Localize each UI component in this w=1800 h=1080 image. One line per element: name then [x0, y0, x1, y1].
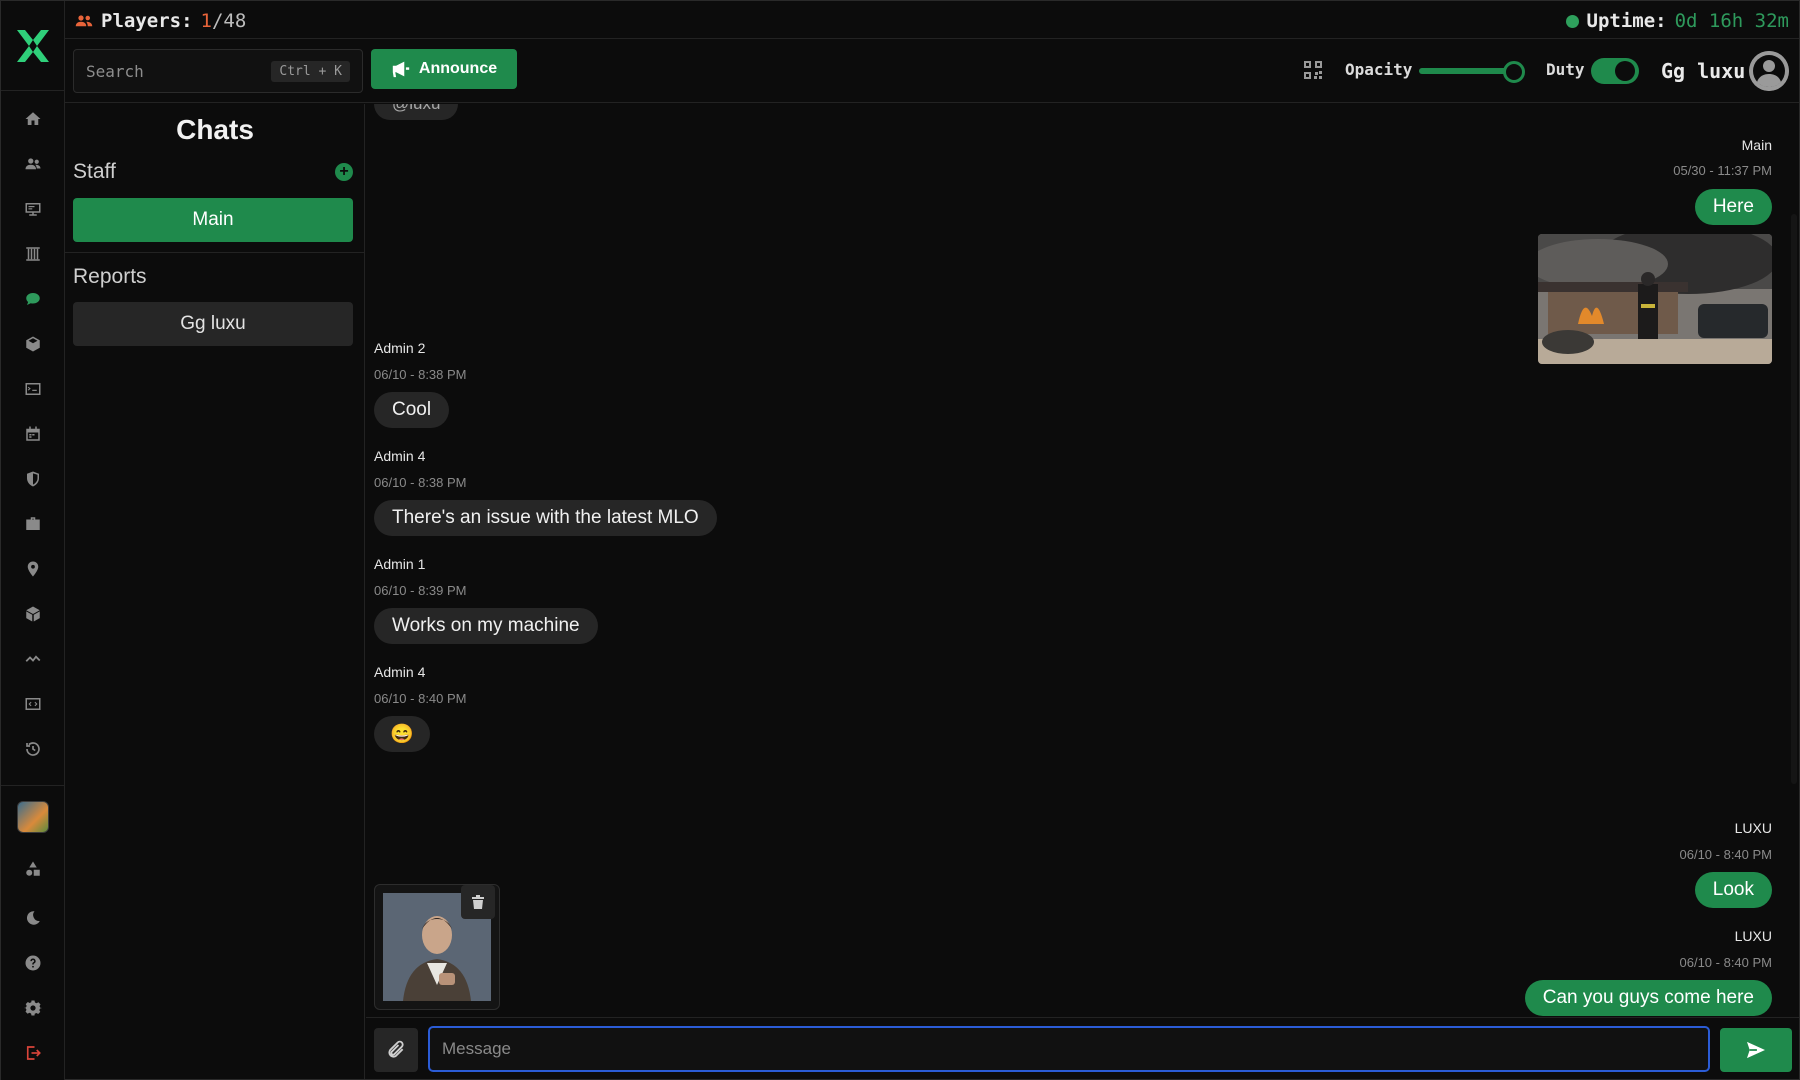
logo-icon: [17, 29, 49, 62]
jail-icon[interactable]: [21, 242, 45, 266]
message-composer: [366, 1017, 1799, 1080]
status-bar: Players: 1/48 Uptime: 0d 16h 32m: [65, 1, 1799, 39]
players-icon[interactable]: [21, 152, 45, 176]
message-author: Admin 1: [374, 556, 426, 572]
message-list: @luxu Main 05/30 - 11:37 PM Here: [366, 104, 1786, 1017]
message-image-fire[interactable]: [1538, 234, 1772, 364]
message-scrollbar[interactable]: [1789, 104, 1799, 1017]
qr-code-icon[interactable]: [1303, 60, 1323, 80]
players-max: /48: [211, 10, 247, 32]
players-icon: [75, 15, 93, 27]
toggle-knob: [1615, 61, 1635, 81]
user-avatar[interactable]: [1749, 51, 1789, 91]
burning-house-image: [1538, 234, 1772, 364]
megaphone-icon: [392, 61, 410, 78]
message-bubble: Works on my machine: [374, 608, 598, 644]
message-time: 06/10 - 8:40 PM: [1679, 847, 1773, 862]
staff-section-title: Staff: [73, 160, 116, 183]
message-author: Admin 4: [374, 664, 426, 680]
username: Gg luxu: [1661, 59, 1746, 83]
search-shortcut-badge: Ctrl + K: [271, 60, 350, 82]
toolbar: Search Ctrl + K Announce Opacity Duty Gg…: [65, 39, 1799, 103]
section-divider: [65, 252, 365, 253]
opacity-slider[interactable]: [1419, 61, 1526, 83]
message-bubble-emoji: 😄: [374, 716, 430, 752]
monitor-icon[interactable]: [21, 197, 45, 221]
message-bubble-partial: @luxu: [374, 104, 459, 120]
chats-title: Chats: [176, 114, 254, 145]
message-input[interactable]: [428, 1026, 1710, 1072]
attach-button[interactable]: [374, 1028, 418, 1072]
history-icon[interactable]: [21, 737, 45, 761]
message-time: 06/10 - 8:38 PM: [374, 475, 467, 490]
briefcase-icon[interactable]: [21, 512, 45, 536]
box-icon[interactable]: [21, 602, 45, 626]
send-button[interactable]: [1720, 1028, 1792, 1072]
icon-sidebar: [1, 1, 65, 1080]
players-label: Players:: [101, 10, 193, 32]
server-avatar[interactable]: [17, 801, 49, 833]
uptime-label: Uptime:: [1586, 10, 1667, 32]
message-bubble: Cool: [374, 392, 450, 428]
message-author: LUXU: [1734, 820, 1772, 836]
rail-divider: [1, 785, 65, 786]
chat-icon[interactable]: [21, 287, 45, 311]
message-author: LUXU: [1734, 928, 1772, 944]
slider-handle[interactable]: [1503, 61, 1526, 83]
shield-icon[interactable]: [21, 467, 45, 491]
channel-main[interactable]: Main: [73, 198, 353, 242]
players-current: 1: [200, 10, 212, 32]
app-window: Players: 1/48 Uptime: 0d 16h 32m Search …: [0, 0, 1800, 1080]
map-pin-icon[interactable]: [21, 557, 45, 581]
message-bubble-own: Here: [1694, 189, 1772, 225]
search-input[interactable]: Search Ctrl + K: [73, 49, 363, 93]
slider-fill: [1419, 68, 1515, 74]
package-icon[interactable]: [21, 332, 45, 356]
message-image-character[interactable]: [374, 884, 500, 1010]
announce-label: Announce: [418, 60, 498, 77]
delete-image-button[interactable]: [461, 885, 495, 919]
calendar-icon[interactable]: [21, 422, 45, 446]
message-time: 06/10 - 8:38 PM: [374, 367, 467, 382]
search-placeholder: Search: [86, 61, 144, 81]
scrollbar-thumb[interactable]: [1791, 214, 1797, 784]
code-window-icon[interactable]: [21, 692, 45, 716]
activity-icon[interactable]: [21, 647, 45, 671]
paperclip-icon: [388, 1040, 404, 1058]
duty-toggle[interactable]: [1591, 58, 1639, 84]
reports-section-title: Reports: [73, 265, 147, 288]
uptime-value: 0d 16h 32m: [1674, 10, 1789, 32]
message-bubble-own: Can you guys come here: [1524, 980, 1772, 1016]
message-author: Admin 4: [374, 448, 426, 464]
home-icon[interactable]: [21, 107, 45, 131]
report-channel-gg-luxu[interactable]: Gg luxu: [73, 302, 353, 346]
announce-button[interactable]: Announce: [371, 49, 517, 89]
message-author: Admin 2: [374, 340, 426, 356]
moon-icon[interactable]: [21, 906, 45, 930]
user-icon: [1749, 51, 1789, 91]
add-channel-button[interactable]: +: [335, 163, 353, 181]
uptime-indicator: Uptime: 0d 16h 32m: [1565, 10, 1789, 32]
message-bubble-own: Look: [1694, 872, 1772, 908]
shapes-icon[interactable]: [21, 857, 45, 881]
duty-label: Duty: [1546, 60, 1585, 79]
players-count: Players: 1/48: [75, 10, 246, 32]
app-logo[interactable]: [1, 1, 65, 91]
logout-icon[interactable]: [21, 1041, 45, 1065]
message-time: 05/30 - 11:37 PM: [1673, 163, 1772, 178]
message-bubble: There's an issue with the latest MLO: [374, 500, 717, 536]
message-time: 06/10 - 8:40 PM: [374, 691, 467, 706]
chats-sidebar: Chats Staff + Main Reports Gg luxu: [65, 104, 365, 1079]
help-icon[interactable]: [21, 951, 45, 975]
trash-icon: [472, 895, 484, 909]
message-time: 06/10 - 8:40 PM: [1679, 955, 1773, 970]
settings-icon[interactable]: [21, 996, 45, 1020]
online-status-dot: [1565, 14, 1579, 28]
terminal-icon[interactable]: [21, 377, 45, 401]
send-icon: [1747, 1041, 1765, 1059]
message-time: 06/10 - 8:39 PM: [374, 583, 467, 598]
message-author: Main: [1741, 137, 1772, 153]
opacity-label: Opacity: [1345, 60, 1413, 79]
